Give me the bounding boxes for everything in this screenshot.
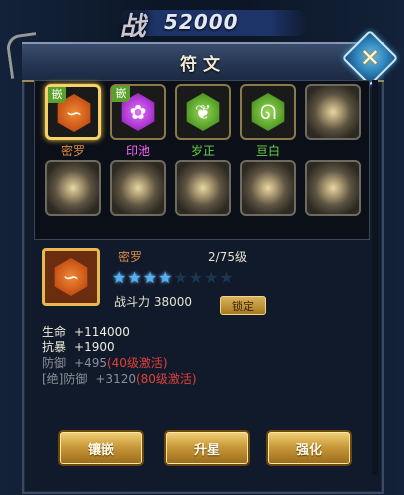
- rune-slot-2[interactable]: ✿ 嵌: [110, 84, 166, 140]
- slot-name: 岁正: [190, 144, 215, 158]
- stat-activation-note: (40级激活): [106, 356, 168, 370]
- empty-rune-slot[interactable]: [240, 160, 296, 216]
- stat-value: +495: [74, 356, 107, 370]
- selected-rune-name: 密罗: [118, 250, 143, 264]
- slot-name: 印池: [125, 144, 150, 158]
- stat-value: +3120: [95, 372, 136, 386]
- selected-rune-icon: ∽: [42, 248, 100, 306]
- star-icon: ★: [188, 268, 204, 287]
- green-rune-icon: ᘏ: [251, 93, 285, 131]
- stat-activation-note: (80级激活): [135, 372, 197, 386]
- stat-label: 防御: [42, 356, 67, 370]
- rune-slot-3[interactable]: ❦: [175, 84, 231, 140]
- slot-name: 密罗: [60, 144, 85, 158]
- empty-rune-slot[interactable]: [305, 160, 361, 216]
- stat-label: 抗暴: [42, 340, 67, 354]
- star-icon: ★: [142, 268, 158, 287]
- star-icon: ★: [127, 268, 142, 287]
- star-icon: ★: [219, 268, 234, 287]
- star-icon: ★: [112, 268, 127, 287]
- combat-power-value: 52000: [164, 10, 239, 34]
- empty-rune-slot[interactable]: [110, 160, 166, 216]
- enhance-button[interactable]: 强化: [266, 430, 352, 466]
- panel-title: 符文: [180, 55, 226, 75]
- empty-rune-slot[interactable]: [175, 160, 231, 216]
- rune-combat-power: 战斗力 38000: [114, 295, 192, 309]
- inlay-badge: 嵌: [48, 87, 66, 103]
- stat-line: [绝]防御 +3120(80级激活): [42, 370, 197, 387]
- inlay-badge: 嵌: [112, 86, 130, 102]
- close-icon: ✕: [359, 44, 381, 72]
- stat-label: [绝]防御: [42, 372, 88, 386]
- stat-value: +1900: [74, 340, 115, 354]
- slot-name: 亘白: [255, 144, 280, 158]
- green-rune-icon: ❦: [186, 93, 220, 131]
- rune-slot-4[interactable]: ᘏ: [240, 84, 296, 140]
- panel-title-bar: 符文: [22, 42, 384, 82]
- selected-rune-level: 2/75级: [208, 250, 247, 264]
- upgrade-star-button[interactable]: 升星: [164, 430, 250, 466]
- stat-value: +114000: [74, 325, 130, 339]
- empty-rune-slot[interactable]: [45, 160, 101, 216]
- star-icon: ★: [158, 268, 173, 287]
- lock-button[interactable]: 锁定: [220, 296, 266, 315]
- stat-line: 防御 +495(40级激活): [42, 354, 168, 371]
- stat-line: 抗暴 +1900: [42, 338, 115, 355]
- orange-rune-icon: ∽: [54, 258, 88, 296]
- star-icon: ★: [173, 268, 188, 287]
- empty-rune-slot[interactable]: [305, 84, 361, 140]
- star-rating: ★ ★ ★ ★ ★ ★ ★ ★: [112, 268, 234, 287]
- stat-label: 生命: [42, 325, 67, 339]
- star-icon: ★: [204, 268, 219, 287]
- scrollbar[interactable]: [372, 80, 378, 475]
- inlay-button[interactable]: 镶嵌: [58, 430, 144, 466]
- rune-slot-1[interactable]: ∽ 嵌: [45, 84, 101, 140]
